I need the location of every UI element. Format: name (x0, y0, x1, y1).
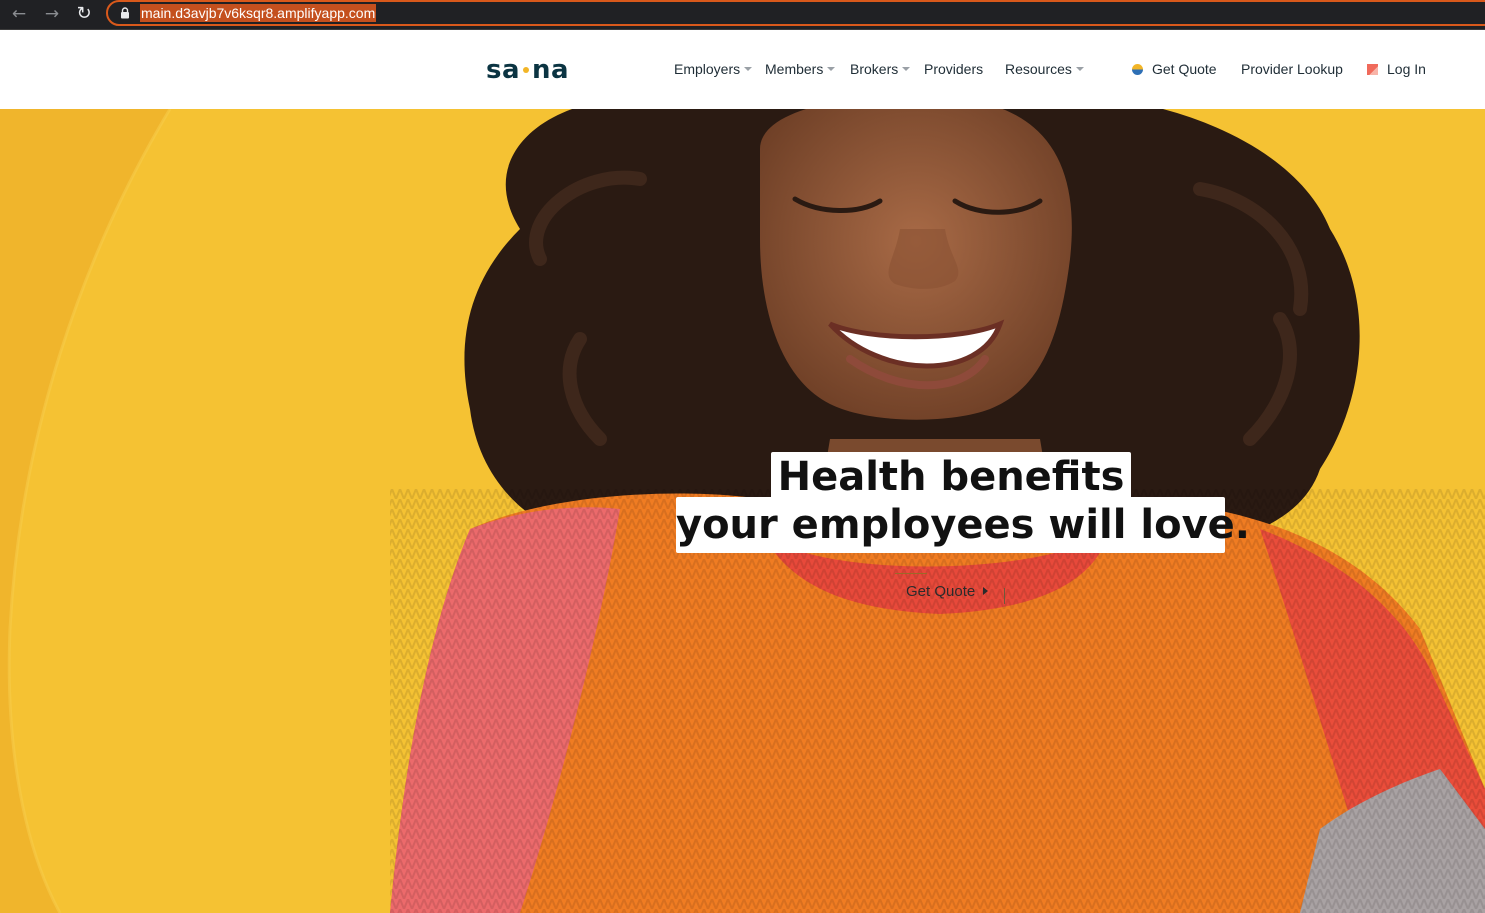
browser-toolbar: ← → ↻ main.d3avjb7v6ksqr8.amplifyapp.com (0, 0, 1485, 30)
provider-lookup-label: Provider Lookup (1241, 61, 1343, 77)
login-icon (1367, 63, 1378, 75)
logo-text-right: na (532, 55, 570, 85)
text-cursor (1004, 588, 1005, 604)
log-in-label: Log In (1387, 61, 1426, 77)
nav-brokers[interactable]: Brokers (850, 60, 911, 78)
address-bar[interactable]: main.d3avjb7v6ksqr8.amplifyapp.com (106, 0, 1485, 26)
lock-icon (121, 7, 129, 19)
chevron-down-icon (902, 67, 911, 72)
cta-label: Get Quote (906, 583, 976, 600)
logo-dot-icon (523, 66, 530, 73)
quote-icon (1132, 63, 1143, 75)
url-text[interactable]: main.d3avjb7v6ksqr8.amplifyapp.com (140, 4, 377, 22)
logo-text-left: sa (486, 55, 521, 85)
reload-icon[interactable]: ↻ (72, 2, 96, 26)
get-quote-label: Get Quote (1152, 61, 1217, 77)
nav-members[interactable]: Members (765, 60, 836, 78)
cta-divider (895, 573, 927, 574)
nav-resources[interactable]: Resources (1005, 60, 1084, 78)
log-in-link[interactable]: Log In (1367, 60, 1426, 78)
hero-section: Health benefits your employees will love… (0, 109, 1485, 913)
nav-providers[interactable]: Providers (924, 60, 983, 78)
nav-label: Members (765, 61, 824, 77)
hero-headline-line-1: Health benefits (771, 452, 1131, 500)
hero-get-quote-button[interactable]: Get Quote (906, 583, 989, 601)
back-arrow-icon[interactable]: ← (7, 2, 31, 26)
provider-lookup-link[interactable]: Provider Lookup (1241, 60, 1343, 78)
get-quote-link[interactable]: Get Quote (1132, 60, 1217, 78)
chevron-down-icon (827, 67, 836, 72)
chevron-down-icon (744, 67, 753, 72)
nav-label: Resources (1005, 61, 1072, 77)
chevron-down-icon (1075, 67, 1084, 72)
sana-logo[interactable]: sa na (486, 55, 569, 85)
forward-arrow-icon[interactable]: → (40, 2, 64, 26)
nav-label: Providers (924, 61, 984, 77)
nav-label: Employers (674, 61, 741, 77)
site-header: sa na Employers Members Brokers Providers… (0, 31, 1485, 109)
nav-employers[interactable]: Employers (674, 60, 753, 78)
play-arrow-icon (983, 587, 989, 596)
nav-label: Brokers (850, 61, 899, 77)
hero-headline-line-2: your employees will love. (676, 497, 1250, 553)
